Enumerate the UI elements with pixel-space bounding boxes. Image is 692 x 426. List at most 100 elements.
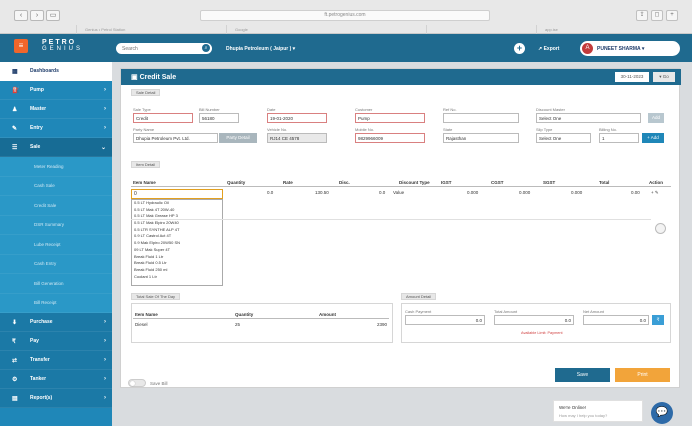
tabs-icon[interactable]: ◻ bbox=[651, 10, 663, 21]
save-button[interactable]: Save bbox=[555, 368, 610, 382]
date-input[interactable]: 19-01-2020 bbox=[267, 113, 327, 123]
sidebar-item-transfer[interactable]: ⇄ Transfer › bbox=[0, 351, 112, 370]
vehicle-input[interactable]: RJ14 CE 4578 bbox=[267, 133, 327, 143]
sidebar-subitem[interactable]: Bill Generation bbox=[0, 274, 112, 294]
dropdown-option[interactable]: 0.9 Mak Elpiro 20W50 SN bbox=[132, 240, 222, 247]
item-name-input[interactable]: 0 bbox=[131, 189, 223, 199]
date-picker[interactable]: 30-11-2023 bbox=[615, 72, 649, 82]
sidebar-item-reports[interactable]: ▤ Report(s) › bbox=[0, 389, 112, 408]
sidebar-item-tanker[interactable]: ⚙ Tanker › bbox=[0, 370, 112, 389]
forward-icon[interactable]: › bbox=[30, 10, 44, 21]
party-name-input[interactable]: Dhupia Petroleum Pvt. Ltd. bbox=[133, 133, 218, 143]
col-item-name: Item Name bbox=[133, 180, 156, 185]
dropdown-option[interactable]: 0.5 LT Mak 4T 20W-40 bbox=[132, 207, 222, 214]
dropdown-option[interactable]: Break Fluid 0.5 Ltr bbox=[132, 260, 222, 267]
sidebar-item-dashboards[interactable]: ▦ Dashboards bbox=[0, 62, 112, 81]
print-button[interactable]: Print bbox=[615, 368, 670, 382]
ref-no-input[interactable] bbox=[443, 113, 519, 123]
sidebar-item-entry[interactable]: ✎ Entry › bbox=[0, 119, 112, 138]
sidebar-item-master[interactable]: ♟ Master › bbox=[0, 100, 112, 119]
row-disc[interactable]: 0.0 bbox=[379, 190, 385, 195]
bill-number-input[interactable]: 56180 bbox=[199, 113, 239, 123]
slip-type-select[interactable]: Select One bbox=[536, 133, 591, 143]
logo[interactable]: ≡ PETRO GENIUS bbox=[14, 39, 83, 53]
row-action-icons[interactable]: + ✎ bbox=[651, 190, 659, 196]
summary-header: Item Name Quantity Amount bbox=[133, 311, 389, 319]
customer-select[interactable]: Pump bbox=[355, 113, 425, 123]
sidebar-subitem[interactable]: Lube Receipt bbox=[0, 235, 112, 255]
add-row-icon[interactable] bbox=[655, 223, 666, 234]
dropdown-option[interactable]: 0.5 LT Mak Elpiro 20W40 bbox=[132, 220, 222, 227]
net-amount-field: Net Amount 0.0 bbox=[583, 309, 649, 325]
cash-payment-input[interactable]: 0.0 bbox=[405, 315, 485, 325]
mobile-input[interactable]: 9829966009 bbox=[355, 133, 425, 143]
dropdown-option[interactable]: Break Fluid 250 ml bbox=[132, 267, 222, 274]
browser-tab[interactable]: app.ise bbox=[536, 25, 686, 34]
table-row: Diesel 25 2390 bbox=[133, 321, 389, 329]
slip-type-field: Slip Type Select One bbox=[536, 127, 591, 143]
user-menu[interactable]: A PUNEET SHARMA ▾ bbox=[580, 41, 680, 56]
chevron-right-icon: › bbox=[104, 338, 106, 344]
save-bill-toggle[interactable] bbox=[128, 379, 146, 387]
party-detail-button[interactable]: Party Detail bbox=[219, 133, 257, 143]
dropdown-option[interactable]: 0.5 LTR SYNTHE ALP 4T bbox=[132, 227, 222, 234]
search-input[interactable] bbox=[116, 43, 212, 54]
station-selector[interactable]: Dhupia Petroleum ( Jaipur ) ▾ bbox=[226, 46, 295, 52]
discount-master-select[interactable]: Select One bbox=[536, 113, 641, 123]
chat-icon[interactable]: 💬 bbox=[651, 402, 673, 424]
rupee-button[interactable]: ₹ bbox=[652, 315, 664, 325]
row-sgst: 0.000 bbox=[571, 190, 583, 195]
summary-col-item: Item Name bbox=[135, 312, 158, 317]
total-amount-input[interactable]: 0.0 bbox=[494, 315, 574, 325]
browser-tab[interactable] bbox=[426, 25, 536, 34]
sale-type-select[interactable]: Credit bbox=[133, 113, 193, 123]
sidebar-item-purchase[interactable]: ⬇ Purchase › bbox=[0, 313, 112, 332]
add-icon[interactable]: + bbox=[514, 43, 525, 54]
back-icon[interactable]: ‹ bbox=[14, 10, 28, 21]
sidebar-toggle-icon[interactable]: ▭ bbox=[46, 10, 60, 21]
sidebar-item-label: Report(s) bbox=[30, 395, 53, 401]
sidebar-item-pay[interactable]: ₹ Pay › bbox=[0, 332, 112, 351]
dropdown-option[interactable]: Break Fluid 1 Ltr bbox=[132, 254, 222, 261]
sidebar-item-label: Sale bbox=[30, 144, 41, 150]
chevron-right-icon: › bbox=[104, 376, 106, 382]
master-icon: ♟ bbox=[12, 106, 18, 113]
dropdown-option[interactable]: Coolant 1 Ltr bbox=[132, 274, 222, 281]
row-quantity[interactable]: 0.0 bbox=[267, 190, 273, 195]
sidebar-item-sale[interactable]: ☰ Sale ⌄ bbox=[0, 138, 112, 157]
state-select[interactable]: Rajasthan bbox=[443, 133, 519, 143]
billing-add-button[interactable]: + Add bbox=[642, 133, 664, 143]
address-bar[interactable]: ft.petrogenius.com bbox=[200, 10, 490, 21]
sidebar-subitem[interactable]: DSR Summary bbox=[0, 215, 112, 235]
net-amount-input[interactable]: 0.0 bbox=[583, 315, 649, 325]
sidebar-item-label: Dashboards bbox=[30, 68, 59, 74]
summary-col-amount: Amount bbox=[319, 312, 336, 317]
sidebar-subitem[interactable]: Credit Sale bbox=[0, 196, 112, 216]
sidebar-subitem[interactable]: Cash Sale bbox=[0, 176, 112, 196]
pump-icon: ⛽ bbox=[12, 87, 20, 94]
dropdown-option[interactable]: 09 LT Mak Super 4T bbox=[132, 247, 222, 254]
sidebar-subitem[interactable]: Bill Receipt bbox=[0, 293, 112, 313]
row-rate[interactable]: 130.50 bbox=[315, 190, 329, 195]
billing-no-input[interactable]: 1 bbox=[599, 133, 639, 143]
menu-icon[interactable]: ≡ bbox=[14, 39, 28, 53]
panel-header: ▣ Credit Sale 30-11-2023 ▾ Go bbox=[121, 69, 681, 85]
page-title: ▣ Credit Sale bbox=[131, 73, 176, 81]
browser-tab[interactable]: Genius • Petrol Station bbox=[76, 25, 226, 34]
sidebar-subitem[interactable]: Cash Entry bbox=[0, 254, 112, 274]
date-go-button[interactable]: ▾ Go bbox=[653, 72, 675, 82]
export-button[interactable]: ↗ Export bbox=[538, 46, 559, 52]
row-discount-type[interactable]: Value bbox=[393, 190, 404, 195]
dropdown-option[interactable]: 0.5 LT Hydraulic Oil bbox=[132, 200, 222, 207]
sidebar-subitem[interactable]: Meter Reading bbox=[0, 157, 112, 177]
new-tab-icon[interactable]: + bbox=[666, 10, 678, 21]
chevron-down-icon: ⌄ bbox=[100, 144, 106, 151]
dropdown-option[interactable]: 0.9 LT Castrol Act 4T bbox=[132, 233, 222, 240]
share-icon[interactable]: ⇪ bbox=[636, 10, 648, 21]
chat-bubble[interactable]: We're Online! How may I help you today? bbox=[553, 400, 643, 422]
browser-tab[interactable]: Google bbox=[226, 25, 426, 34]
sidebar-item-pump[interactable]: ⛽ Pump › bbox=[0, 81, 112, 100]
cash-payment-field: Cash Payment 0.0 bbox=[405, 309, 485, 325]
discount-add-button[interactable]: Add bbox=[648, 113, 664, 123]
search-icon[interactable]: ⌕ bbox=[202, 44, 210, 52]
